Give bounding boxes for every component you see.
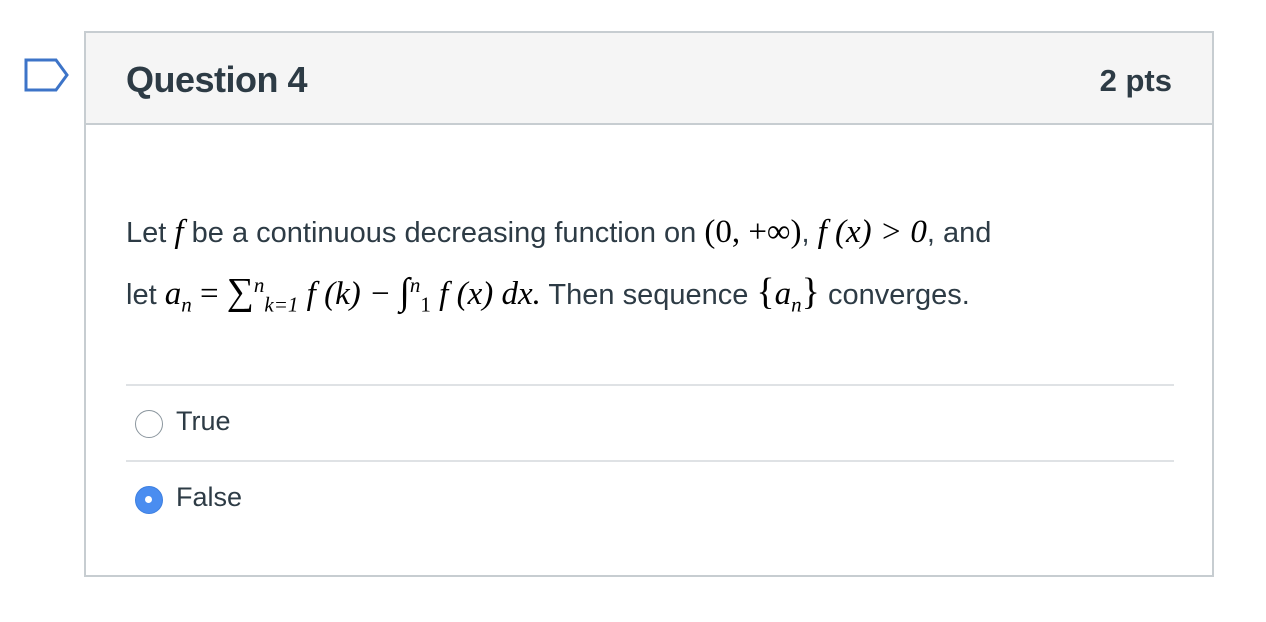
text-be: be a continuous decreasing function on — [191, 217, 697, 249]
math-sequence: {an} — [756, 271, 820, 317]
text-and: , and — [926, 217, 992, 249]
answer-option-true[interactable]: True — [126, 386, 1174, 460]
question-text-line-2: let an = ∑nk=1 f (k) − ∫n1 f (x) dx. The… — [126, 259, 1176, 331]
math-f: f — [174, 214, 184, 250]
question-title: Question 4 — [126, 59, 308, 100]
answer-list: True False — [126, 384, 1174, 536]
answer-label-true: True — [176, 406, 231, 436]
text-comma: , — [801, 217, 810, 249]
radio-true[interactable] — [135, 410, 163, 438]
radio-false[interactable] — [135, 486, 163, 514]
question-text: Let f be a continuous decreasing functio… — [126, 206, 1176, 331]
flag-question-icon[interactable] — [24, 58, 70, 92]
question-text-line-1: Let f be a continuous decreasing functio… — [126, 206, 1176, 259]
math-an-definition: an = ∑nk=1 f (k) − ∫n1 f (x) dx. — [164, 271, 541, 317]
question-points: 2 pts — [1099, 63, 1172, 98]
question-header: Question 4 2 pts — [86, 33, 1212, 125]
radio-selected-dot — [145, 496, 152, 503]
text-then: Then sequence — [548, 279, 749, 311]
text-let: Let — [126, 217, 167, 249]
math-interval: (0, +∞) — [704, 214, 802, 250]
text-converges: converges. — [827, 279, 970, 311]
answer-label-false: False — [176, 482, 243, 512]
text-let-2: let — [126, 279, 157, 311]
answer-option-false[interactable]: False — [126, 462, 1174, 536]
math-fx-positive: f (x) > 0 — [817, 214, 927, 250]
